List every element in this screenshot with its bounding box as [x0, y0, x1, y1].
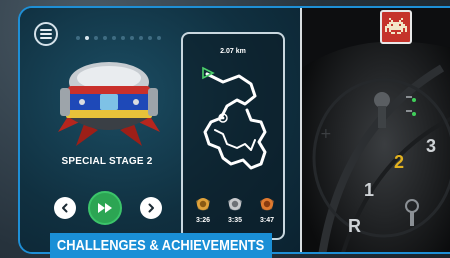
dashboard-photo: + 3 2 1 R [302, 8, 450, 252]
gear-label-3: 3 [426, 136, 437, 156]
medal-silver: 3:35 [221, 194, 249, 224]
track-distance: 2.07 km [220, 48, 246, 55]
carousel-dot[interactable] [157, 36, 161, 40]
banner-title: CHALLENGES & ACHIEVEMENTS [57, 237, 265, 254]
stage-select-panel: SPECIAL STAGE 2 2.07 km 3:26 3:35 3:47 [20, 8, 300, 252]
vehicle-icon [58, 62, 160, 146]
carousel-dot[interactable] [139, 36, 143, 40]
track-card[interactable]: 2.07 km 3:26 3:35 3:47 [181, 32, 285, 240]
chevron-left-icon [62, 203, 68, 213]
next-stage-button[interactable] [140, 197, 162, 219]
gear-label-2: 2 [394, 152, 405, 172]
fast-forward-icon [98, 203, 112, 213]
chevron-right-icon [148, 203, 154, 213]
silver-medal-time: 3:35 [227, 217, 242, 224]
space-invader-icon [385, 18, 407, 34]
challenges-banner: CHALLENGES & ACHIEVEMENTS [50, 233, 272, 258]
stage-carousel-dots [76, 36, 161, 40]
carousel-dot[interactable] [103, 36, 107, 40]
gear-shifter-image: + [302, 8, 450, 252]
carousel-dot[interactable] [148, 36, 152, 40]
gear-label-r: R [348, 216, 361, 236]
medal-gold: 3:26 [189, 194, 217, 224]
bronze-medal-time: 3:47 [259, 217, 274, 224]
medal-times: 3:26 3:35 3:47 [189, 194, 281, 224]
medal-bronze: 3:47 [253, 194, 281, 224]
track-map [202, 66, 267, 170]
achievement-badge[interactable] [380, 10, 412, 44]
carousel-dot[interactable] [130, 36, 134, 40]
svg-text:+: + [320, 126, 332, 142]
gear-label-1: 1 [364, 180, 375, 200]
bronze-medal-icon [260, 198, 274, 211]
gold-medal-icon [196, 198, 210, 211]
stage-title: SPECIAL STAGE 2 [61, 156, 153, 167]
start-stage-button[interactable] [88, 191, 122, 225]
carousel-dot[interactable] [76, 36, 80, 40]
silver-medal-icon [228, 198, 242, 211]
menu-button[interactable] [34, 22, 58, 46]
carousel-dot[interactable] [112, 36, 116, 40]
hamburger-menu-icon [40, 29, 52, 39]
prev-stage-button[interactable] [54, 197, 76, 219]
carousel-dot[interactable] [121, 36, 125, 40]
carousel-dot[interactable] [94, 36, 98, 40]
gold-medal-time: 3:26 [195, 217, 210, 224]
carousel-dot[interactable] [85, 36, 89, 40]
